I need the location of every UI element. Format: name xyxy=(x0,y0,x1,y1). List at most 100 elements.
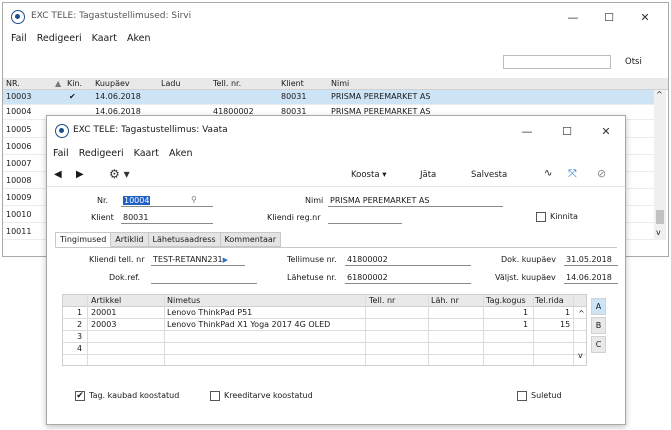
side-button-b[interactable]: B xyxy=(591,317,606,334)
browse-window-title: EXC TELE: Tagastustellimused: Sirvi xyxy=(31,11,192,21)
menu-fail[interactable]: Fail xyxy=(48,146,74,162)
tab-lahetusaadress[interactable]: Lähetusaadress xyxy=(148,232,221,247)
expand-icon[interactable]: ⤧ xyxy=(568,167,577,181)
side-button-a[interactable]: A xyxy=(591,298,606,315)
menu-kaart[interactable]: Kaart xyxy=(129,146,164,162)
jata-button[interactable]: Jäta xyxy=(420,168,436,182)
valjst-kuupaev-label: Väljst. kuupäev xyxy=(495,273,556,282)
dok-kuupaev-label: Dok. kuupäev xyxy=(501,255,556,264)
col-klient[interactable]: Klient xyxy=(281,78,304,90)
chart-icon[interactable]: ∿ xyxy=(544,167,552,181)
col-tell-nr[interactable]: Tell. nr. xyxy=(213,78,241,90)
scroll-down-icon[interactable]: v xyxy=(656,228,661,237)
lahetuse-nr-field[interactable]: 61800002 xyxy=(345,272,471,284)
grid-scroll-up-icon[interactable]: ^ xyxy=(578,309,585,318)
grid-row[interactable]: 3 xyxy=(63,331,586,343)
attachment-icon[interactable]: ⊘ xyxy=(597,167,606,181)
row-tel-rida: 1 xyxy=(565,308,571,317)
tab-tingimused[interactable]: Tingimused xyxy=(55,232,112,247)
koosta-button[interactable]: Koosta ▾ xyxy=(351,168,387,182)
operations-gear-icon[interactable]: ⚙ ▾ xyxy=(109,167,130,181)
maximize-icon[interactable]: ☐ xyxy=(599,7,619,27)
record-menubar: Fail Redigeeri Kaart Aken xyxy=(48,146,625,162)
kinnita-label: Kinnita xyxy=(550,212,578,221)
nr-field[interactable]: 10004 ⚲ xyxy=(121,195,213,207)
klient-field[interactable]: 80031 xyxy=(121,212,213,224)
table-row[interactable]: 10003 ✔ 14.06.2018 80031 PRISMA PEREMARK… xyxy=(3,90,654,105)
regnr-field[interactable] xyxy=(328,212,402,224)
col-kin[interactable]: Kin. xyxy=(67,78,82,90)
suletud-checkbox[interactable] xyxy=(517,391,527,401)
browse-scrollbar[interactable]: ^ v xyxy=(654,90,666,240)
col-nr[interactable]: NR. xyxy=(6,78,20,90)
browse-menubar: Fail Redigeeri Kaart Aken xyxy=(6,31,668,47)
grid-row[interactable]: 4 xyxy=(63,343,586,355)
row-tag-kogus: 1 xyxy=(523,308,529,317)
col-nimetus[interactable]: Nimetus xyxy=(167,295,200,307)
col-ladu[interactable]: Ladu xyxy=(161,78,181,90)
valjst-kuupaev-field[interactable]: 14.06.2018 xyxy=(564,272,618,284)
row-number: 4 xyxy=(77,344,83,353)
kreeditarve-checkbox[interactable] xyxy=(210,391,220,401)
search-input[interactable] xyxy=(503,55,611,69)
browse-list-header: NR. ▲ Kin. Kuupäev Ladu Tell. nr. Klient… xyxy=(3,78,668,90)
grid-header: Artikkel Nimetus Tell. nr Läh. nr Tag.ko… xyxy=(63,295,586,307)
lahetuse-nr-label: Lähetuse nr. xyxy=(287,273,337,282)
close-icon[interactable]: ✕ xyxy=(596,121,616,141)
col-tel-rida[interactable]: Tel.rida xyxy=(535,295,564,307)
sort-up-icon[interactable]: ▲ xyxy=(55,78,61,90)
col-nimi[interactable]: Nimi xyxy=(331,78,349,90)
tab-artiklid[interactable]: Artiklid xyxy=(111,232,149,247)
record-window: EXC TELE: Tagastustellimus: Vaata — ☐ ✕ … xyxy=(46,115,626,425)
scroll-up-icon[interactable]: ^ xyxy=(656,90,663,99)
tab-kommentaar[interactable]: Kommentaar xyxy=(220,232,282,247)
menu-aken[interactable]: Aken xyxy=(122,31,156,47)
tellimuse-nr-field[interactable]: 41800002 xyxy=(345,254,471,266)
menu-aken[interactable]: Aken xyxy=(164,146,198,162)
dok-kuupaev-field[interactable]: 31.05.2018 xyxy=(564,254,618,266)
row-artikkel: 20001 xyxy=(91,308,117,317)
arrow-right-icon[interactable]: ▶ xyxy=(223,256,228,264)
salvesta-button[interactable]: Salvesta xyxy=(471,168,507,182)
menu-kaart[interactable]: Kaart xyxy=(87,31,122,47)
dok-ref-field[interactable] xyxy=(151,272,257,284)
close-icon[interactable]: ✕ xyxy=(635,7,655,27)
nimi-label: Nimi xyxy=(305,196,324,205)
previous-record-icon[interactable]: ◀ xyxy=(54,168,62,182)
row-nr: 10006 xyxy=(6,142,32,151)
menu-redigeeri[interactable]: Redigeeri xyxy=(32,31,87,47)
items-grid[interactable]: Artikkel Nimetus Tell. nr Läh. nr Tag.ko… xyxy=(62,294,587,366)
maximize-icon[interactable]: ☐ xyxy=(557,121,577,141)
col-tag-kogus[interactable]: Tag.kogus xyxy=(486,295,526,307)
regnr-label: Kliendi reg.nr xyxy=(267,213,321,222)
menu-redigeeri[interactable]: Redigeeri xyxy=(74,146,129,162)
side-button-c[interactable]: C xyxy=(591,336,606,353)
koosta-label: Koosta xyxy=(351,170,380,180)
menu-fail[interactable]: Fail xyxy=(6,31,32,47)
tag-kaubad-checkbox[interactable]: ✔ xyxy=(75,391,85,401)
row-number: 3 xyxy=(77,332,83,341)
kliendi-tell-nr-field[interactable]: TEST-RETANN231▶ xyxy=(151,254,245,266)
minimize-icon[interactable]: — xyxy=(563,7,583,27)
col-lah-nr[interactable]: Läh. nr xyxy=(431,295,459,307)
row-tel-rida: 15 xyxy=(560,320,571,329)
kinnita-checkbox[interactable] xyxy=(536,212,546,222)
row-artikkel: 20003 xyxy=(91,320,117,329)
record-titlebar: EXC TELE: Tagastustellimus: Vaata — ☐ ✕ xyxy=(47,116,625,144)
grid-row[interactable]: 2 20003 Lenovo ThinkPad X1 Yoga 2017 4G … xyxy=(63,319,586,331)
col-artikkel[interactable]: Artikkel xyxy=(91,295,121,307)
row-nimi: PRISMA PEREMARKET AS xyxy=(331,92,431,101)
grid-row[interactable]: 1 20001 Lenovo ThinkPad P51 1 1 xyxy=(63,307,586,319)
scroll-thumb[interactable] xyxy=(656,210,664,224)
row-nimetus: Lenovo ThinkPad P51 xyxy=(167,308,253,317)
tag-kaubad-label: Tag. kaubad koostatud xyxy=(89,391,180,400)
grid-scroll-down-icon[interactable]: v xyxy=(578,351,583,360)
nimi-field[interactable]: PRISMA PEREMARKET AS xyxy=(328,195,503,207)
search-button[interactable]: Otsi xyxy=(625,57,642,67)
row-nr: 10007 xyxy=(6,159,32,168)
search-magnifier-icon[interactable]: ⚲ xyxy=(191,194,197,205)
col-tell-nr[interactable]: Tell. nr xyxy=(369,295,395,307)
minimize-icon[interactable]: — xyxy=(517,121,537,141)
col-kuupaev[interactable]: Kuupäev xyxy=(95,78,130,90)
next-record-icon[interactable]: ▶ xyxy=(76,168,84,182)
